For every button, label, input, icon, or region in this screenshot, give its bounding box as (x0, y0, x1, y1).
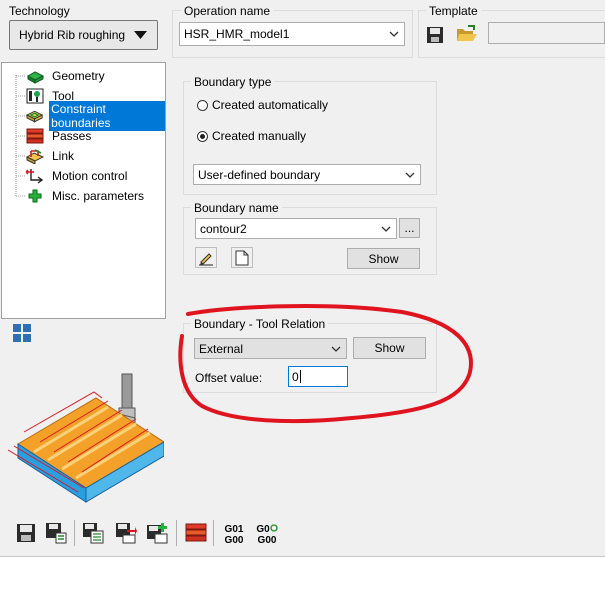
boundary-name-dropdown[interactable]: contour2 (195, 218, 397, 239)
chevron-down-icon (405, 172, 415, 178)
chevron-down-icon (389, 31, 399, 37)
new-boundary-button[interactable] (231, 247, 253, 268)
red-annotation-circle (178, 304, 473, 424)
layout-grid-icon[interactable] (12, 323, 32, 343)
created-manually-radio[interactable]: Created manually (197, 129, 306, 143)
save-export-icon[interactable] (115, 522, 137, 544)
technology-value: Hybrid Rib roughing (19, 28, 126, 42)
operation-name-label: Operation name (181, 4, 274, 18)
g00-label: G00 (257, 535, 277, 546)
technology-label: Technology (9, 4, 70, 18)
g01-label: G01 (224, 524, 244, 535)
chevron-down-icon (381, 226, 391, 232)
tree-item-label: Motion control (52, 169, 128, 183)
g00-label: G00 (224, 535, 244, 546)
tool-icon (26, 88, 44, 104)
tree-item-passes[interactable]: Passes (26, 127, 93, 145)
rib-roughing-illustration (7, 373, 164, 503)
pencil-icon (199, 252, 213, 265)
g0-g00-button[interactable]: G0 G00 (254, 524, 280, 546)
toolbar-separator (176, 520, 177, 546)
radio-circle-checked (197, 130, 208, 142)
created-automatically-label: Created automatically (212, 98, 329, 112)
created-automatically-radio[interactable]: Created automatically (197, 98, 328, 112)
toolbar-separator (213, 520, 214, 546)
g0-label: G0 (254, 524, 280, 535)
tree-item-motion-control[interactable]: Motion control (26, 167, 129, 185)
link-icon (26, 149, 44, 164)
misc-parameters-icon (28, 189, 42, 203)
passes-icon (26, 128, 44, 144)
tree-item-label: Passes (52, 129, 92, 143)
open-template-icon[interactable] (456, 24, 478, 44)
boundary-type-value: User-defined boundary (198, 167, 321, 182)
constraint-boundaries-icon (26, 110, 44, 123)
save-compute-icon[interactable] (82, 522, 104, 544)
show-boundary-button[interactable]: Show (347, 248, 420, 269)
tree-item-misc-parameters[interactable]: Misc. parameters (26, 187, 146, 205)
small-green-circle-icon (270, 524, 278, 532)
save-add-icon[interactable] (146, 522, 168, 544)
radio-circle (197, 99, 208, 111)
toolbar-separator (74, 520, 75, 546)
boundary-name-value: contour2 (200, 221, 247, 236)
boundary-type-dropdown[interactable]: User-defined boundary (193, 164, 421, 185)
motion-control-icon (26, 169, 44, 184)
created-manually-label: Created manually (212, 129, 307, 143)
tree-item-geometry[interactable]: Geometry (26, 67, 107, 85)
tree-item-link[interactable]: Link (26, 147, 76, 165)
boundary-browse-button[interactable]: ... (399, 218, 420, 238)
save-calculate-icon[interactable] (45, 522, 67, 544)
boundary-name-title: Boundary name (191, 201, 282, 215)
template-input[interactable] (488, 22, 605, 44)
boundary-type-title: Boundary type (191, 75, 275, 89)
g01-g00-button[interactable]: G01 G00 (222, 524, 246, 546)
operation-name-value: HSR_HMR_model1 (184, 27, 290, 41)
tree-item-label: Link (52, 149, 75, 163)
template-label: Template (426, 4, 481, 18)
edit-boundary-button[interactable] (195, 247, 217, 268)
technology-dropdown[interactable]: Hybrid Rib roughing (9, 20, 158, 50)
document-icon (235, 250, 249, 265)
passes-stack-icon[interactable] (185, 522, 207, 544)
geometry-icon (26, 71, 44, 84)
tree-item-label: Misc. parameters (52, 189, 145, 203)
tree-item-label: Geometry (52, 69, 105, 83)
tree-item-constraint-boundaries[interactable]: Constraint boundaries (26, 101, 165, 131)
operation-name-dropdown[interactable]: HSR_HMR_model1 (179, 22, 405, 46)
bottom-white-area (0, 557, 605, 594)
parameter-tree: Geometry Tool Constraint boundaries Pass… (1, 62, 166, 319)
save-template-icon[interactable] (426, 26, 444, 44)
save-icon[interactable] (15, 522, 37, 544)
chevron-down-icon (134, 31, 147, 39)
